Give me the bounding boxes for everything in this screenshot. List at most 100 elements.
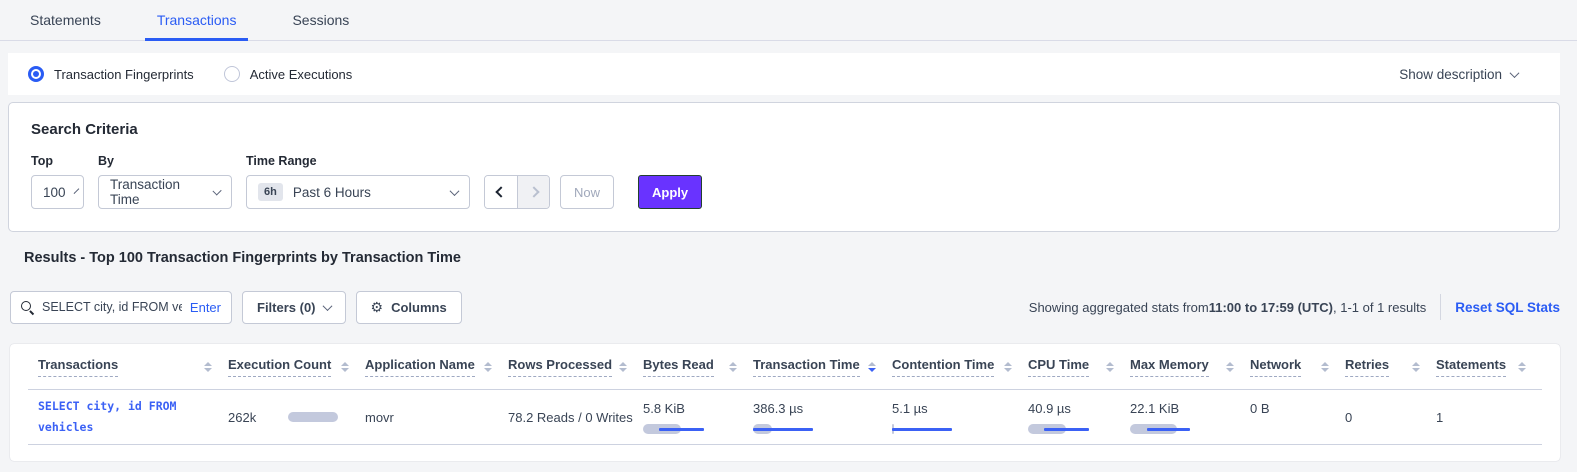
transaction-fingerprint-link[interactable]: SELECT city, id FROM vehicles: [38, 396, 208, 437]
time-range-select[interactable]: 6h Past 6 Hours: [246, 175, 470, 209]
top-tab-bar: Statements Transactions Sessions: [0, 0, 1577, 41]
time-range-value-group: 6h Past 6 Hours: [258, 183, 371, 201]
radio-selected-icon[interactable]: [28, 66, 44, 82]
filters-button[interactable]: Filters (0): [242, 291, 346, 324]
stats-suffix: , 1-1 of 1 results: [1333, 300, 1426, 315]
stats-range: 11:00 to 17:59 (UTC): [1209, 300, 1333, 315]
results-title: Results - Top 100 Transaction Fingerprin…: [24, 250, 461, 266]
search-input[interactable]: [42, 300, 182, 314]
cell-max-memory: 22.1 KiB: [1130, 390, 1250, 444]
by-field: By Transaction Time: [98, 154, 232, 209]
sort-icon[interactable]: [1321, 362, 1329, 372]
reset-sql-stats-link[interactable]: Reset SQL Stats: [1455, 300, 1560, 315]
time-nav-group: [484, 175, 550, 209]
radio-label: Active Executions: [250, 67, 353, 82]
sort-icon[interactable]: [1106, 362, 1114, 372]
tab-transactions[interactable]: Transactions: [151, 0, 243, 40]
search-box[interactable]: Enter: [10, 291, 232, 324]
by-select-value: Transaction Time: [110, 177, 204, 207]
tab-statements[interactable]: Statements: [24, 0, 107, 40]
sort-icon[interactable]: [619, 362, 627, 372]
chevron-down-icon: [1510, 68, 1520, 78]
sort-icon[interactable]: [1004, 362, 1012, 372]
time-next-button[interactable]: [517, 176, 549, 208]
time-prev-button[interactable]: [485, 176, 517, 208]
cell-transaction-time: 386.3 µs: [753, 390, 892, 444]
cell-execution-count: 262k: [228, 390, 365, 444]
columns-button[interactable]: ⚙ Columns: [356, 291, 462, 324]
filters-label: Filters (0): [257, 300, 316, 315]
view-toggle-band: Transaction Fingerprints Active Executio…: [8, 53, 1560, 95]
apply-button[interactable]: Apply: [638, 175, 702, 209]
radio-label: Transaction Fingerprints: [54, 67, 194, 82]
show-description-label: Show description: [1399, 67, 1502, 82]
time-range-field: Time Range 6h Past 6 Hours: [246, 154, 470, 209]
sort-icon[interactable]: [729, 362, 737, 372]
column-header-transaction-time[interactable]: Transaction Time: [753, 357, 892, 377]
column-header-execution-count[interactable]: Execution Count: [228, 357, 365, 377]
column-header-max-memory[interactable]: Max Memory: [1130, 357, 1250, 377]
time-range-label: Time Range: [246, 154, 470, 168]
chevron-down-icon: [450, 186, 460, 196]
cell-application-name: movr: [365, 390, 508, 444]
column-header-cpu-time[interactable]: CPU Time: [1028, 357, 1130, 377]
column-header-network[interactable]: Network: [1250, 357, 1345, 377]
columns-label: Columns: [391, 300, 447, 315]
cpu-time-bar: [1028, 423, 1092, 435]
results-table-card: Transactions Execution Count Application…: [10, 344, 1560, 461]
chevron-left-icon: [495, 186, 506, 197]
search-criteria-title: Search Criteria: [31, 121, 1537, 138]
sort-icon[interactable]: [204, 362, 212, 372]
aggregated-stats-text: Showing aggregated stats from 11:00 to 1…: [1029, 300, 1426, 315]
time-range-badge: 6h: [258, 183, 283, 201]
sort-icon[interactable]: [1226, 362, 1234, 372]
cell-retries: 0: [1345, 390, 1436, 444]
radio-unselected-icon[interactable]: [224, 66, 240, 82]
column-header-rows-processed[interactable]: Rows Processed: [508, 357, 643, 377]
stats-prefix: Showing aggregated stats from: [1029, 300, 1209, 315]
search-criteria-form: Top 100 By Transaction Time Time Range 6…: [31, 154, 1537, 209]
now-button[interactable]: Now: [560, 175, 614, 209]
execution-count-bar: [288, 411, 352, 423]
gear-icon: ⚙: [371, 300, 384, 314]
cell-transactions: SELECT city, id FROM vehicles: [28, 390, 228, 444]
table-row: SELECT city, id FROM vehicles 262k movr …: [28, 390, 1542, 445]
column-header-transactions[interactable]: Transactions: [28, 357, 228, 377]
top-select[interactable]: 100: [31, 175, 84, 209]
cell-network: 0 B: [1250, 390, 1345, 444]
top-select-value: 100: [43, 185, 66, 200]
radio-transaction-fingerprints[interactable]: Transaction Fingerprints: [28, 66, 194, 82]
chevron-right-icon: [528, 186, 539, 197]
radio-active-executions[interactable]: Active Executions: [224, 66, 353, 82]
vertical-divider: [1440, 294, 1441, 320]
results-controls-row: Enter Filters (0) ⚙ Columns Showing aggr…: [10, 290, 1560, 324]
column-header-statements[interactable]: Statements: [1436, 357, 1542, 377]
cell-contention-time: 5.1 µs: [892, 390, 1028, 444]
sort-icon[interactable]: [341, 362, 349, 372]
show-description-toggle[interactable]: Show description: [1399, 67, 1540, 82]
sort-icon-active[interactable]: [868, 362, 876, 372]
contention-time-bar: [892, 423, 956, 435]
time-range-value: Past 6 Hours: [293, 185, 371, 200]
enter-hint: Enter: [190, 300, 221, 315]
chevron-down-icon: [212, 186, 222, 196]
max-memory-bar: [1130, 423, 1194, 435]
cell-rows-processed: 78.2 Reads / 0 Writes: [508, 390, 643, 444]
by-label: By: [98, 154, 232, 168]
search-criteria-card: Search Criteria Top 100 By Transaction T…: [8, 102, 1560, 232]
sort-icon[interactable]: [1518, 362, 1526, 372]
bytes-read-bar: [643, 423, 707, 435]
column-header-contention-time[interactable]: Contention Time: [892, 357, 1028, 377]
tab-sessions[interactable]: Sessions: [286, 0, 355, 40]
sort-icon[interactable]: [484, 362, 492, 372]
sort-icon[interactable]: [1412, 362, 1420, 372]
column-header-retries[interactable]: Retries: [1345, 357, 1436, 377]
top-field: Top 100: [31, 154, 84, 209]
chevron-down-icon: [322, 301, 332, 311]
chevron-down-icon: [73, 188, 79, 194]
table-header-row: Transactions Execution Count Application…: [28, 344, 1542, 390]
column-header-application-name[interactable]: Application Name: [365, 357, 508, 377]
by-select[interactable]: Transaction Time: [98, 175, 232, 209]
top-label: Top: [31, 154, 84, 168]
column-header-bytes-read[interactable]: Bytes Read: [643, 357, 753, 377]
